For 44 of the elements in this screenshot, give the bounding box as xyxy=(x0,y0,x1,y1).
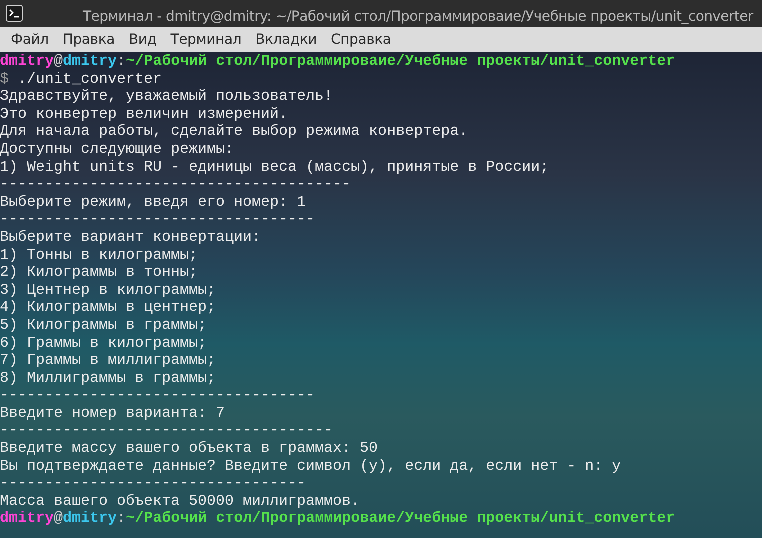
command-text: ./unit_converter xyxy=(18,70,162,88)
output-line: 6) Граммы в килограммы; xyxy=(0,334,208,352)
colon: : xyxy=(117,53,126,70)
menu-item[interactable]: Вкладки xyxy=(248,32,324,48)
output-line: 4) Килограммы в центнер; xyxy=(0,299,216,316)
output-line: Выберите вариант конвертации: xyxy=(0,228,262,246)
prompt-symbol: $ xyxy=(0,70,10,88)
output-line: ----------------------------------- xyxy=(0,387,316,404)
output-line: 1) Weight units RU - единицы веса (массы), принятые в России; xyxy=(0,158,550,176)
output-line: 2) Килограммы в тонны; xyxy=(0,264,198,282)
user-name: dmitry xyxy=(0,510,54,528)
menu-item[interactable]: Справка xyxy=(324,32,398,48)
output-line: ---------------------------------- xyxy=(0,475,306,492)
menu-item[interactable]: Правка xyxy=(56,32,122,48)
output-line: 5) Килограммы в граммы; xyxy=(0,316,208,334)
menu-item[interactable]: Файл xyxy=(4,32,56,48)
output-line: Выберите режим, введя его номер: 1 xyxy=(0,194,306,211)
terminal-icon xyxy=(6,5,23,22)
output-line: 1) Тонны в килограммы; xyxy=(0,246,198,264)
output-line: Доступны следующие режимы: xyxy=(0,140,234,158)
output-line: Масса вашего объекта 50000 миллиграммов. xyxy=(0,492,360,510)
directory-path: ~/Рабочий стол/Программироваие/Учебные проекты/unit_converter xyxy=(126,510,676,528)
output-line: Для начала работы, сделайте выбор режима конвертера. xyxy=(0,123,468,140)
directory-path: ~/Рабочий стол/Программироваие/Учебные проекты/unit_converter xyxy=(126,53,676,70)
output-line: Это конвертер величин измерений. xyxy=(0,106,288,123)
output-line: 7) Граммы в миллиграммы; xyxy=(0,352,216,370)
host-name: dmitry xyxy=(63,510,118,528)
at-sign: @ xyxy=(54,510,64,528)
colon: : xyxy=(117,510,126,528)
output-line: ------------------------------------- xyxy=(0,422,334,440)
output-line: Введите массу вашего объекта в граммах: 50 xyxy=(0,440,378,458)
output-line: Вы подтверждаете данные? Введите символ (y), если да, если нет - n: y xyxy=(0,458,622,475)
user-name: dmitry xyxy=(0,53,54,70)
menu-item[interactable]: Вид xyxy=(122,32,164,48)
host-name: dmitry xyxy=(63,53,118,70)
at-sign: @ xyxy=(54,53,64,70)
output-line: ----------------------------------- xyxy=(0,211,316,228)
output-line: 8) Миллиграммы в граммы; xyxy=(0,370,216,387)
window-title: Терминал - dmitry@dmitry: ~/Рабочий стол/Программироваие/Учебные проекты/unit_converter xyxy=(83,9,754,25)
output-line: Введите номер варианта: 7 xyxy=(0,404,226,422)
output-line: --------------------------------------- xyxy=(0,176,352,194)
output-line: Здравствуйте, уважаемый пользователь! xyxy=(0,88,334,106)
menu-item[interactable]: Терминал xyxy=(164,32,249,48)
output-line: 3) Центнер в килограммы; xyxy=(0,282,216,299)
